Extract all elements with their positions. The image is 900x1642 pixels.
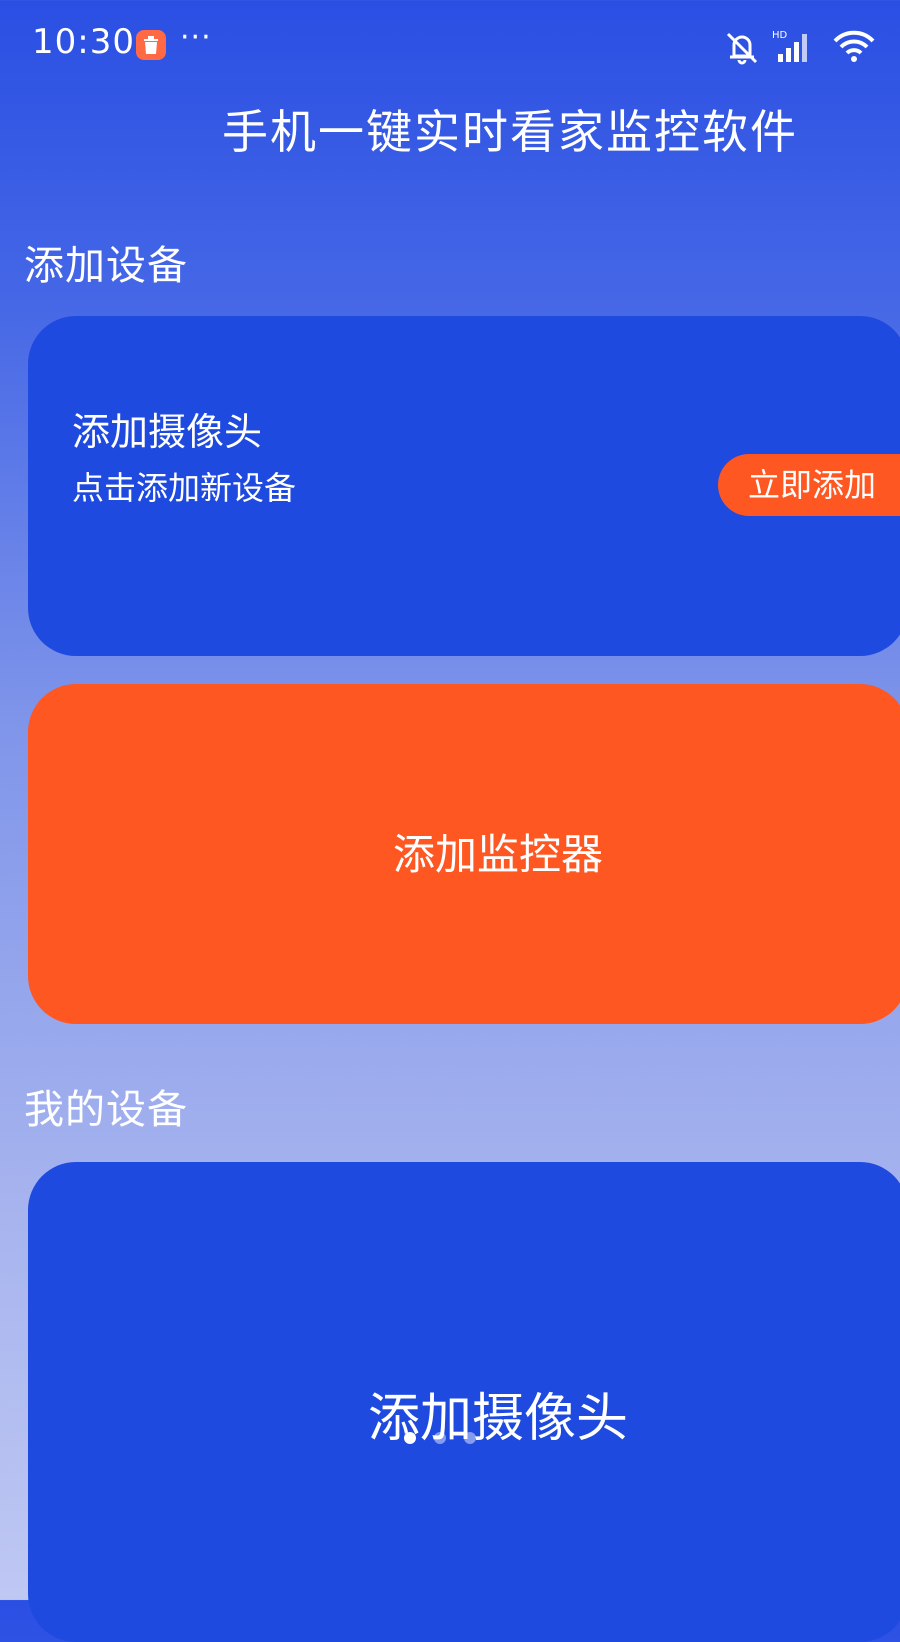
- add-camera-card[interactable]: 添加摄像头 点击添加新设备 立即添加: [28, 316, 900, 656]
- wifi-icon: [833, 30, 875, 62]
- pager-dot[interactable]: [464, 1432, 476, 1444]
- hd-signal-icon: HD: [772, 30, 807, 62]
- pager-dot[interactable]: [434, 1432, 446, 1444]
- add-camera-card-subtitle: 点击添加新设备: [72, 469, 297, 507]
- section-label-my-devices: 我的设备: [24, 1087, 188, 1133]
- svg-text:HD: HD: [772, 30, 788, 41]
- add-monitor-card[interactable]: 添加监控器: [28, 684, 900, 1024]
- status-icons: HD: [722, 26, 882, 66]
- status-time: 10:30: [32, 22, 135, 62]
- more-notifications-indicator: ···: [180, 20, 212, 55]
- add-camera-card-title: 添加摄像头: [72, 410, 263, 454]
- app-notification-icon: [136, 30, 166, 60]
- pager-dot-active[interactable]: [404, 1432, 416, 1444]
- add-now-button[interactable]: 立即添加: [718, 454, 900, 516]
- section-label-add-device: 添加设备: [24, 243, 188, 289]
- add-monitor-label: 添加监控器: [392, 830, 603, 879]
- banner-pager: [404, 1432, 484, 1448]
- silent-bell-icon: [726, 32, 758, 65]
- page-title: 手机一键实时看家监控软件: [222, 105, 798, 159]
- status-bar: 10:30 ··· HD: [0, 0, 900, 92]
- my-devices-banner[interactable]: 添加摄像头: [28, 1162, 900, 1642]
